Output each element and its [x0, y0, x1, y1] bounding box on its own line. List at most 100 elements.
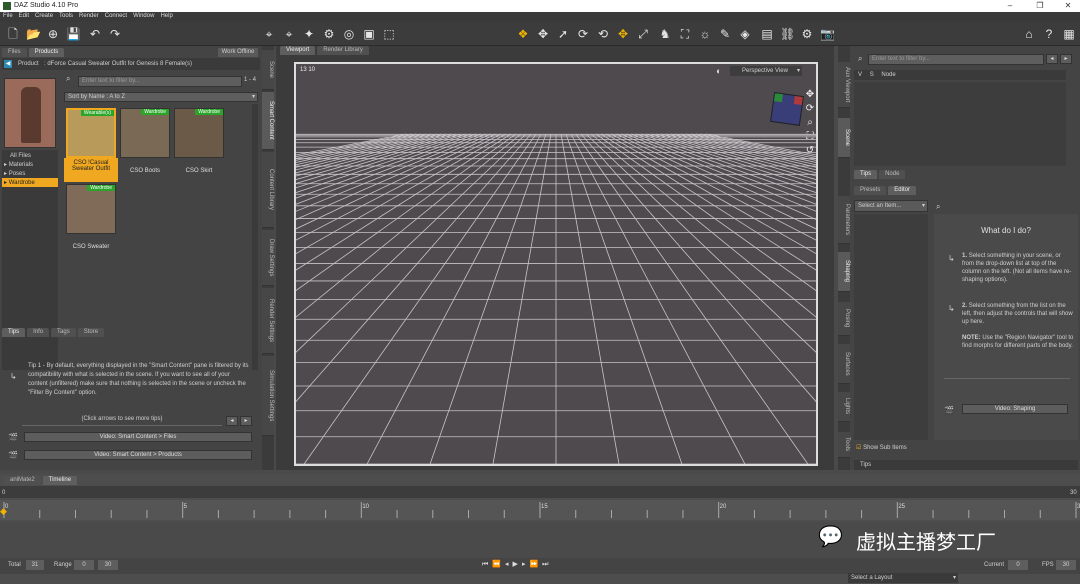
tab-info[interactable]: Info	[27, 328, 50, 337]
region-nav-icon[interactable]: ◎	[342, 27, 356, 41]
minimize-icon[interactable]: –	[1000, 0, 1020, 12]
help-icon[interactable]: ?	[1042, 27, 1056, 41]
active-pose-icon[interactable]: ❖	[516, 27, 530, 41]
tab-presets[interactable]: Presets	[854, 186, 887, 195]
menu-file[interactable]: File	[3, 13, 13, 19]
light-tool-icon[interactable]: ☼	[698, 27, 712, 41]
video-files-button[interactable]: Video: Smart Content > Files	[24, 432, 252, 442]
item-select[interactable]: Select an Item... ▾	[854, 200, 928, 212]
surface-selection-icon[interactable]: ⌖	[282, 27, 296, 41]
tree-materials[interactable]: ▸ Materials	[2, 160, 58, 169]
work-offline-button[interactable]: Work Offline	[218, 48, 258, 57]
tab-editor[interactable]: Editor	[888, 186, 916, 195]
render-settings-icon[interactable]: ⚙	[800, 27, 814, 41]
layout-select[interactable]: Select a Layout ▾	[848, 573, 958, 583]
item-tile[interactable]: Wardrobe	[174, 108, 224, 158]
viewport-3d[interactable]: 13 10 ◐ Perspective View ▾ ✥ ⟳ ⌕ ⛶ ↺	[294, 62, 818, 466]
item-tile[interactable]: Wardrobe	[120, 108, 170, 158]
property-list[interactable]	[854, 214, 928, 440]
first-frame-icon[interactable]: ⏮	[482, 561, 492, 568]
last-frame-icon[interactable]: ⏭	[542, 561, 552, 568]
scale-icon[interactable]: ⤢	[636, 27, 650, 41]
tab-tips-right[interactable]: Tips	[854, 170, 878, 179]
undo-icon[interactable]: ↶	[88, 27, 102, 41]
tab-animate2[interactable]: aniMate2	[4, 476, 41, 485]
tab-timeline[interactable]: Timeline	[42, 476, 78, 485]
menu-tools[interactable]: Tools	[59, 13, 73, 19]
tips-bar[interactable]: Tips	[854, 460, 1078, 470]
item-tile[interactable]: Wearable(s)	[66, 108, 116, 158]
shader-brush-icon[interactable]: ✎	[718, 27, 732, 41]
fps-field[interactable]: 30	[1056, 560, 1076, 570]
item-tile[interactable]: Wardrobe	[66, 184, 116, 234]
translate-icon[interactable]: ✥	[616, 27, 630, 41]
next-key-icon[interactable]: ⏩	[529, 561, 542, 568]
tab-tags[interactable]: Tags	[51, 328, 76, 337]
new-file-icon[interactable]: 🗋	[6, 27, 20, 41]
orbit-icon[interactable]: ⟲	[596, 27, 610, 41]
menu-edit[interactable]: Edit	[19, 13, 29, 19]
sort-select[interactable]: Sort by Name : A to Z ▾	[64, 92, 258, 102]
tab-surfaces[interactable]: Surfaces	[838, 344, 850, 384]
range-end-field[interactable]: 30	[98, 560, 118, 570]
home-icon[interactable]: ⌂	[1022, 27, 1036, 41]
menu-window[interactable]: Window	[133, 13, 154, 19]
pan-icon[interactable]: ✥	[804, 88, 816, 102]
prev-tip-button[interactable]: ◂	[226, 416, 238, 426]
tab-scene[interactable]: Scene	[838, 118, 850, 158]
figure-pose-icon[interactable]: ♞	[658, 27, 672, 41]
tab-tools[interactable]: Tools	[838, 432, 850, 458]
joint-editor-icon[interactable]: ⚙	[322, 27, 336, 41]
playhead-icon[interactable]: ◆	[0, 506, 10, 516]
view-cube-icon[interactable]	[770, 92, 804, 126]
tab-parameters[interactable]: Parameters	[838, 196, 850, 244]
col-node[interactable]: Node	[881, 72, 895, 78]
tab-tips[interactable]: Tips	[2, 328, 26, 337]
tab-lights[interactable]: Lights	[838, 392, 850, 422]
menu-render[interactable]: Render	[79, 13, 99, 19]
col-selectable[interactable]: S	[870, 72, 874, 78]
merge-icon[interactable]: ⊕	[46, 27, 60, 41]
link-icon[interactable]: ⛓	[780, 27, 795, 41]
menu-help[interactable]: Help	[160, 13, 172, 19]
scrollbar[interactable]	[252, 104, 258, 370]
play-icon[interactable]: ▶	[513, 561, 522, 568]
checkbox-icon[interactable]: ☑	[856, 445, 861, 451]
redo-icon[interactable]: ↷	[108, 27, 122, 41]
next-tip-button[interactable]: ▸	[240, 416, 252, 426]
total-field[interactable]: 31	[26, 560, 44, 570]
tab-smart-content[interactable]: Smart Content	[262, 92, 274, 150]
back-arrow-icon[interactable]: ◀	[4, 60, 12, 68]
draw-style-icon[interactable]: ◐	[716, 66, 726, 76]
tab-products[interactable]: Products	[28, 48, 65, 57]
tab-posing[interactable]: Posing	[838, 302, 850, 336]
video-products-button[interactable]: Video: Smart Content > Products	[24, 450, 252, 460]
scene-forward-button[interactable]: ▸	[1060, 54, 1072, 64]
tab-node[interactable]: Node	[879, 170, 906, 179]
filter-input[interactable]: Enter text to filter by...	[78, 76, 242, 87]
universal-tool-icon[interactable]: ✥	[536, 27, 550, 41]
show-sub-items[interactable]: ☑ Show Sub Items	[856, 444, 907, 451]
menu-create[interactable]: Create	[35, 13, 53, 19]
tab-store[interactable]: Store	[77, 328, 105, 337]
tab-aux-viewport[interactable]: Aux Viewport	[838, 62, 850, 108]
tab-content-library[interactable]: Content Library	[262, 152, 274, 228]
frame-icon[interactable]: ⛶	[804, 130, 816, 144]
render-camera-icon[interactable]: 📷	[820, 27, 835, 41]
current-field[interactable]: 0	[1008, 560, 1028, 570]
tab-scene[interactable]: Scene	[262, 50, 274, 90]
layout-icon[interactable]: ▦	[1062, 27, 1076, 41]
tab-render-settings[interactable]: Render Settings	[262, 288, 274, 354]
tree-poses[interactable]: ▸ Poses	[2, 169, 58, 178]
prev-key-icon[interactable]: ⏪	[492, 561, 505, 568]
reset-icon[interactable]: ↺	[804, 144, 816, 158]
orbit-icon[interactable]: ⟳	[804, 102, 816, 116]
geometry-editor-icon[interactable]: ✦	[302, 27, 316, 41]
video-shaping-button[interactable]: Video: Shaping	[962, 404, 1068, 414]
tree-all-files[interactable]: All Files	[2, 150, 58, 160]
time-ruler[interactable]: 051015202530	[0, 500, 1080, 520]
col-visible[interactable]: V	[858, 72, 862, 78]
tab-viewport[interactable]: Viewport	[280, 46, 316, 55]
spot-render-icon[interactable]: ▣	[362, 27, 376, 41]
transform-icon[interactable]: ⬚	[382, 27, 396, 41]
